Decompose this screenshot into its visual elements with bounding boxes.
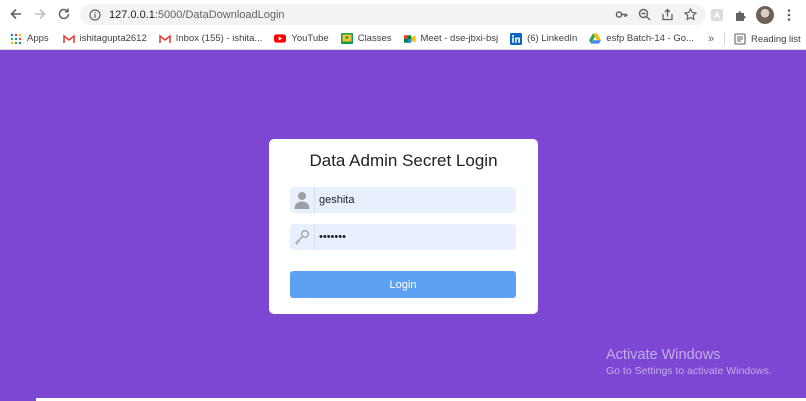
back-arrow-icon (10, 8, 21, 20)
reload-icon (58, 8, 70, 20)
drive-icon (589, 33, 602, 45)
key-icon[interactable] (613, 7, 629, 23)
forward-arrow-icon (35, 8, 46, 20)
bookmark-star-icon[interactable] (682, 7, 698, 23)
bookmark-drive[interactable]: esfp Batch-14 - Go... (585, 29, 698, 49)
password-field[interactable]: ••••••• (290, 224, 516, 250)
linkedin-icon (510, 32, 523, 45)
reload-button[interactable] (52, 2, 76, 26)
url-path: :5000/DataDownloadLogin (154, 8, 285, 21)
username-input[interactable]: geshita (319, 194, 354, 206)
browser-toolbar: 127.0.0.1:5000/DataDownloadLogin (0, 0, 806, 28)
url-text: 127.0.0.1:5000/DataDownloadLogin (109, 9, 285, 21)
youtube-icon (274, 33, 287, 45)
reading-list-button[interactable]: Reading list (730, 28, 805, 50)
zoom-icon[interactable] (636, 7, 652, 23)
url-host: 127.0.0.1 (109, 8, 155, 21)
back-button[interactable] (4, 2, 28, 26)
key-icon (290, 224, 314, 250)
activation-watermark: Activate Windows Go to Settings to activ… (606, 347, 772, 377)
bookmark-youtube[interactable]: YouTube (270, 29, 332, 49)
bookmark-meet[interactable]: Meet - dse-jbxi-bsj (400, 29, 503, 49)
translate-extension-icon[interactable] (708, 6, 726, 24)
bookmarks-bar: Apps ishitagupta2612 Inbox (155) - ishit… (0, 28, 806, 50)
more-bookmarks-button[interactable]: » (708, 28, 714, 50)
address-bar[interactable]: 127.0.0.1:5000/DataDownloadLogin (80, 4, 706, 25)
bookmark-label: (6) LinkedIn (527, 33, 578, 44)
reading-list-icon (734, 33, 746, 45)
bookmarks-divider (724, 32, 725, 46)
extensions-puzzle-icon[interactable] (732, 6, 750, 24)
bookmark-label: YouTube (291, 33, 329, 44)
forward-button[interactable] (28, 2, 52, 26)
watermark-subtitle: Go to Settings to activate Windows. (606, 365, 772, 377)
bookmark-label: Meet - dse-jbxi-bsj (420, 33, 499, 44)
bookmark-label: esfp Batch-14 - Go... (606, 33, 694, 44)
bookmark-linkedin[interactable]: (6) LinkedIn (506, 29, 581, 49)
page-title: Data Admin Secret Login (309, 151, 498, 170)
bookmark-classes[interactable]: Classes (337, 29, 396, 49)
gmail-icon (158, 33, 171, 45)
chrome-menu-icon[interactable] (780, 6, 798, 24)
bookmark-label: Apps (27, 33, 49, 44)
bookmark-apps[interactable]: Apps (6, 29, 53, 49)
profile-avatar[interactable] (756, 5, 774, 24)
username-field[interactable]: geshita (290, 187, 516, 213)
watermark-title: Activate Windows (606, 347, 721, 363)
reading-list-label: Reading list (751, 33, 801, 45)
password-input[interactable]: ••••••• (319, 231, 346, 243)
apps-grid-icon (10, 33, 22, 45)
site-info-icon[interactable] (88, 8, 102, 22)
field-divider (314, 224, 315, 250)
login-button[interactable]: Login (290, 271, 516, 298)
bookmark-label: Inbox (155) - ishita... (175, 33, 263, 44)
field-divider (314, 187, 315, 213)
classroom-icon (340, 33, 353, 45)
bookmark-label: ishitagupta2612 (79, 33, 147, 44)
gmail-icon (62, 33, 75, 45)
user-icon (290, 187, 314, 213)
bookmark-gmail-inbox[interactable]: Inbox (155) - ishita... (155, 29, 267, 49)
bookmark-gmail-account[interactable]: ishitagupta2612 (59, 29, 151, 49)
bookmark-label: Classes (357, 33, 392, 44)
meet-icon (403, 33, 416, 45)
login-card: Data Admin Secret Login geshita ••••••• … (269, 139, 538, 314)
share-icon[interactable] (659, 7, 675, 23)
